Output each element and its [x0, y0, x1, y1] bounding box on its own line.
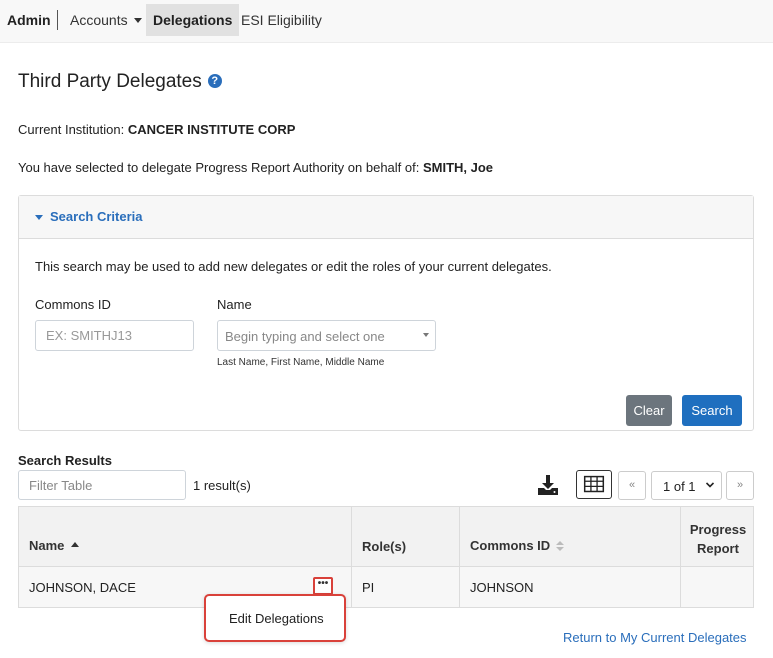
more-actions-button[interactable]: •••	[313, 577, 333, 595]
pagination-prev-button[interactable]: «	[618, 471, 646, 500]
page-title-text: Third Party Delegates	[18, 71, 202, 92]
pagination-page-select[interactable]: 1 of 1	[651, 471, 722, 500]
name-label: Name	[217, 297, 252, 312]
return-to-current-delegates-link[interactable]: Return to My Current Delegates	[563, 630, 747, 645]
nav-accounts-dropdown[interactable]: Accounts	[63, 4, 149, 36]
column-header-commons-id[interactable]: Commons ID	[470, 538, 565, 553]
sort-ascending-icon	[71, 542, 80, 548]
search-button[interactable]: Search	[682, 395, 742, 426]
search-criteria-header[interactable]: Search Criteria	[19, 196, 753, 239]
institution-value: CANCER INSTITUTE CORP	[127, 122, 296, 137]
column-header-commons-label: Commons ID	[470, 538, 551, 553]
pagination-next-button[interactable]: »	[726, 471, 754, 500]
menu-item-edit-delegations[interactable]: Edit Delegations	[229, 611, 324, 626]
delegate-text: You have selected to delegate Progress R…	[18, 160, 420, 175]
search-criteria-title: Search Criteria	[50, 209, 143, 224]
name-help-text: Last Name, First Name, Middle Name	[217, 357, 385, 368]
column-header-name[interactable]: Name	[29, 538, 80, 553]
grid-icon	[583, 475, 605, 493]
page-title: Third Party Delegates?	[18, 71, 222, 93]
caret-down-icon	[423, 333, 429, 337]
filter-table-input[interactable]	[18, 470, 186, 500]
clear-button[interactable]: Clear	[626, 395, 672, 426]
column-header-name-label: Name	[29, 538, 65, 553]
nav-admin[interactable]: Admin	[0, 4, 58, 36]
results-table: Name Role(s) Commons ID Progress Report …	[18, 506, 754, 608]
caret-down-icon	[133, 17, 142, 23]
nav-esi-eligibility[interactable]: ESI Eligibility	[234, 4, 329, 36]
download-icon[interactable]	[536, 473, 560, 497]
cell-name: JOHNSON, DACE	[29, 580, 136, 595]
cell-commons-id: JOHNSON	[470, 580, 534, 595]
table-row: JOHNSON, DACE ••• PI JOHNSON	[19, 567, 753, 607]
column-header-roles: Role(s)	[362, 539, 407, 554]
pagination-page-value: 1 of 1	[663, 479, 696, 494]
commons-id-label: Commons ID	[35, 297, 111, 312]
help-icon[interactable]: ?	[207, 73, 222, 88]
nav-accounts-label: Accounts	[70, 12, 128, 28]
actions-menu: Edit Delegations	[204, 594, 346, 642]
commons-id-input[interactable]	[35, 320, 194, 351]
column-divider	[459, 567, 460, 607]
nav-delegations[interactable]: Delegations	[146, 4, 240, 36]
column-toggle-button[interactable]	[576, 470, 612, 499]
delegate-value: SMITH, Joe	[422, 160, 494, 175]
nav-separator	[57, 10, 58, 30]
delegate-on-behalf: You have selected to delegate Progress R…	[18, 160, 493, 175]
column-divider	[351, 507, 352, 567]
name-select-placeholder: Begin typing and select one	[225, 329, 385, 344]
sort-icon	[556, 540, 565, 551]
cell-role: PI	[362, 580, 375, 595]
search-results-title: Search Results	[18, 453, 112, 468]
column-divider	[680, 567, 681, 607]
search-criteria-panel: Search Criteria This search may be used …	[18, 195, 754, 431]
top-nav: Admin Accounts Delegations ESI Eligibili…	[0, 0, 773, 43]
column-header-progress-report: Progress Report	[689, 522, 747, 556]
current-institution: Current Institution: CANCER INSTITUTE CO…	[18, 122, 295, 137]
search-description: This search may be used to add new deleg…	[35, 259, 552, 274]
column-divider	[351, 567, 352, 607]
result-count: 1 result(s)	[193, 478, 251, 493]
name-select[interactable]: Begin typing and select one	[217, 320, 436, 351]
table-header: Name Role(s) Commons ID Progress Report	[19, 507, 753, 567]
column-divider	[459, 507, 460, 567]
chevron-down-icon	[706, 482, 714, 488]
collapse-caret-icon	[35, 215, 43, 220]
institution-label: Current Institution:	[18, 122, 125, 137]
